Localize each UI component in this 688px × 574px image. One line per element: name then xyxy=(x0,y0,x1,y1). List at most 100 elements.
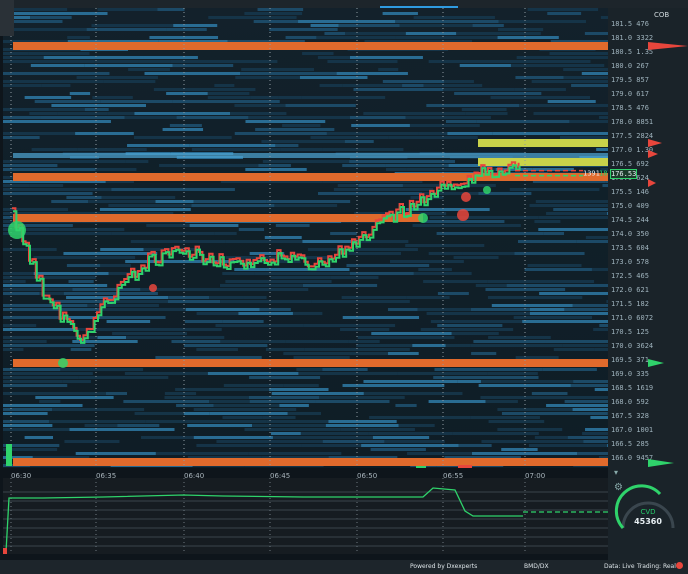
liquidity-cell xyxy=(453,256,499,259)
liquidity-cell xyxy=(506,284,608,287)
liquidity-cell xyxy=(397,372,488,375)
liquidity-cell xyxy=(101,196,176,199)
liquidity-cell xyxy=(3,304,88,307)
cvd-panel[interactable] xyxy=(3,478,608,554)
liquidity-cell xyxy=(207,92,250,95)
liquidity-cell xyxy=(225,240,303,243)
liquidity-cell xyxy=(3,28,87,31)
liquidity-cell xyxy=(265,348,305,351)
liquidity-cell xyxy=(214,232,237,235)
liquidity-cell xyxy=(311,300,410,303)
liquidity-cell xyxy=(519,104,608,107)
liquidity-cell xyxy=(342,164,386,167)
liquidity-cell xyxy=(395,36,498,39)
liquidity-cell xyxy=(458,444,492,447)
liquidity-cell xyxy=(361,444,459,447)
liquidity-cell xyxy=(302,240,355,243)
liquidity-cell xyxy=(342,84,403,87)
liquidity-cell xyxy=(378,68,399,71)
liquidity-cell xyxy=(298,20,396,23)
liquidity-cell xyxy=(535,200,608,203)
liquidity-cell xyxy=(173,24,218,27)
liquidity-cell xyxy=(3,424,53,427)
liquidity-cell xyxy=(342,316,420,319)
liquidity-cell xyxy=(3,60,95,63)
liquidity-cell xyxy=(461,108,507,111)
last-price-bid: 1881 xyxy=(599,170,608,178)
liquidity-cell xyxy=(348,340,380,343)
liquidity-cell xyxy=(207,96,251,99)
liquidity-cell xyxy=(234,132,327,135)
liquidity-cell xyxy=(63,252,158,255)
liquidity-cell xyxy=(101,308,186,311)
liquidity-cell xyxy=(248,452,342,455)
liquidity-cell xyxy=(405,244,485,247)
liquidity-cell xyxy=(492,132,570,135)
liquidity-cell xyxy=(358,324,396,327)
liquidity-cell xyxy=(534,220,561,223)
liquidity-cell xyxy=(336,72,408,75)
liquidity-cell xyxy=(77,148,147,151)
liquidity-cell xyxy=(398,424,435,427)
liquidity-cell xyxy=(125,160,149,163)
trade-bubble xyxy=(8,221,26,239)
liquidity-wall xyxy=(13,458,608,466)
liquidity-cell xyxy=(100,248,144,251)
liquidity-cell xyxy=(269,28,338,31)
liquidity-cell xyxy=(349,116,406,119)
liquidity-cell xyxy=(434,368,543,371)
liquidity-cell xyxy=(303,324,359,327)
liquidity-wall xyxy=(13,42,608,50)
liquidity-cell xyxy=(428,400,486,403)
liquidity-cell xyxy=(240,72,337,75)
liquidity-cell xyxy=(3,52,29,55)
liquidity-cell xyxy=(3,284,108,287)
liquidity-cell xyxy=(207,372,299,375)
liquidity-cell xyxy=(423,280,488,283)
liquidity-cell xyxy=(515,76,564,79)
liquidity-cell xyxy=(351,124,410,127)
liquidity-cell xyxy=(220,300,312,303)
liquidity-cell xyxy=(562,344,608,347)
liquidity-cell xyxy=(3,368,61,371)
liquidity-cell xyxy=(249,376,321,379)
trade-bubble xyxy=(457,209,469,221)
liquidity-cell xyxy=(234,104,286,107)
liquidity-cell xyxy=(94,60,139,63)
liquidity-cell xyxy=(254,272,350,275)
liquidity-cell xyxy=(155,356,262,359)
liquidity-cell xyxy=(527,264,582,267)
volume-bar xyxy=(458,465,472,468)
liquidity-cell xyxy=(356,344,413,347)
liquidity-cell xyxy=(497,428,563,431)
liquidity-cell xyxy=(529,312,608,315)
liquidity-cell xyxy=(428,252,463,255)
liquidity-cell xyxy=(60,368,144,371)
liquidity-cell xyxy=(274,204,338,207)
liquidity-cell xyxy=(420,328,514,331)
liquidity-cell xyxy=(51,200,89,203)
liquidity-cell xyxy=(348,252,402,255)
liquidity-cell xyxy=(3,168,96,171)
heatmap-area[interactable]: 13911881 xyxy=(3,8,608,468)
liquidity-cell xyxy=(370,448,426,451)
liquidity-cell xyxy=(349,272,414,275)
liquidity-cell xyxy=(196,348,238,351)
liquidity-cell xyxy=(418,268,452,271)
liquidity-cell xyxy=(66,264,101,267)
liquidity-cell xyxy=(193,408,297,411)
liquidity-cell xyxy=(3,56,44,59)
liquidity-cell xyxy=(208,16,297,19)
liquidity-cell xyxy=(443,88,515,91)
liquidity-cell xyxy=(252,424,326,427)
liquidity-cell xyxy=(317,56,350,59)
liquidity-cell xyxy=(547,12,582,15)
trading-status: Trading: Real xyxy=(637,563,676,570)
liquidity-cell xyxy=(342,384,445,387)
liquidity-cell xyxy=(3,72,110,75)
last-price-qty: 1391 xyxy=(583,170,600,178)
liquidity-cell xyxy=(222,320,264,323)
liquidity-cell xyxy=(454,92,542,95)
liquidity-cell xyxy=(388,352,419,355)
liquidity-cell xyxy=(238,228,265,231)
